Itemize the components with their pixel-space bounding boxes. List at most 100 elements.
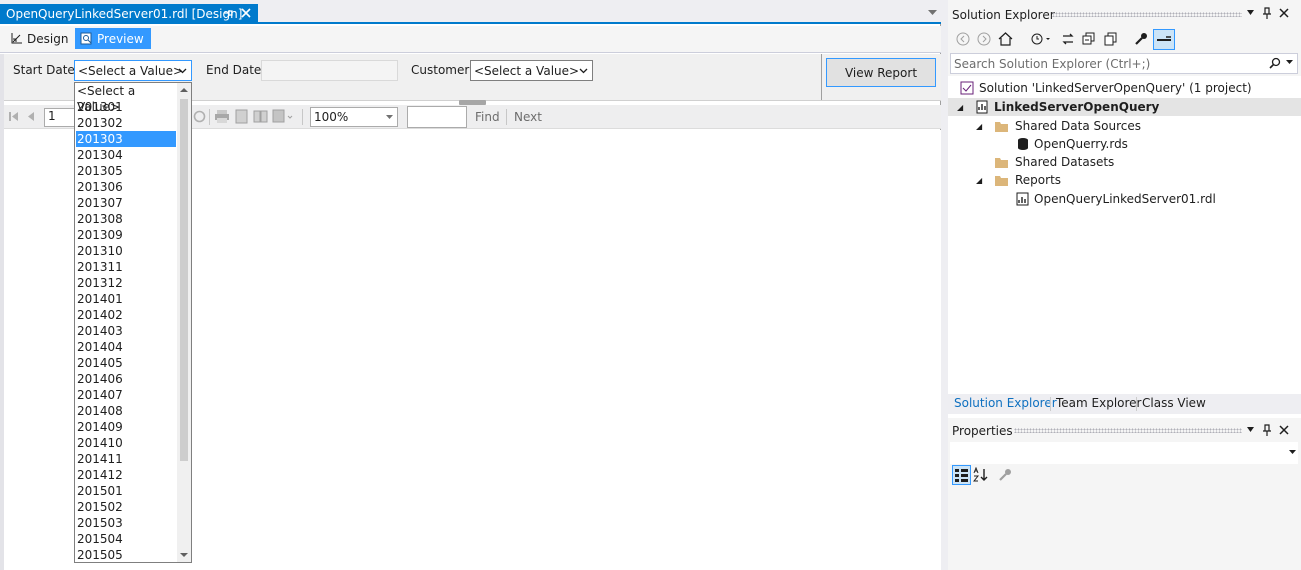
print-icon[interactable] <box>214 109 230 124</box>
start-date-option[interactable]: 201304 <box>76 147 176 163</box>
start-date-option[interactable]: 201307 <box>76 195 176 211</box>
start-date-option[interactable]: 201305 <box>76 163 176 179</box>
page-setup-icon[interactable] <box>253 109 268 124</box>
export-icon[interactable] <box>272 109 294 124</box>
tab-team-explorer[interactable]: Team Explorer <box>1056 396 1142 410</box>
scrollbar-thumb[interactable] <box>180 99 188 461</box>
title-grip <box>1014 428 1242 433</box>
solution-label: Solution 'LinkedServerOpenQuery' (1 proj… <box>979 81 1252 95</box>
start-date-option[interactable]: 201409 <box>76 419 176 435</box>
start-date-option[interactable]: 201311 <box>76 259 176 275</box>
find-input[interactable] <box>407 106 467 128</box>
properties-object-select[interactable] <box>950 442 1298 464</box>
view-report-button[interactable]: View Report <box>826 58 936 87</box>
tree-node-shared-datasets[interactable]: Shared Datasets <box>994 153 1114 171</box>
start-date-option[interactable]: 201503 <box>76 515 176 531</box>
start-date-option[interactable]: 201505 <box>76 547 176 562</box>
dropdown-scrollbar[interactable] <box>177 83 191 562</box>
categorized-icon[interactable] <box>952 465 971 485</box>
tab-design[interactable]: Design <box>6 28 74 49</box>
start-date-option[interactable]: 201309 <box>76 227 176 243</box>
tab-class-view[interactable]: Class View <box>1142 396 1206 410</box>
start-date-option[interactable]: 201406 <box>76 371 176 387</box>
find-link[interactable]: Find <box>475 110 500 124</box>
expanded-arrow-icon[interactable]: ◢ <box>957 103 967 112</box>
property-pages-wrench-icon[interactable] <box>998 468 1012 482</box>
start-date-option[interactable]: 201306 <box>76 179 176 195</box>
zoom-select[interactable]: 100% <box>310 107 398 127</box>
history-icon[interactable] <box>1030 32 1052 46</box>
home-icon[interactable] <box>998 32 1013 46</box>
expanded-arrow-icon[interactable]: ◢ <box>976 176 986 185</box>
start-date-dropdown-list[interactable]: <Select a Value> 201301 201302 201303 201304… <box>74 82 192 563</box>
print-layout-icon[interactable] <box>234 109 249 124</box>
title-grip <box>1052 12 1242 17</box>
tree-node-reports[interactable]: ◢ Reports <box>976 171 1061 189</box>
pin-icon[interactable] <box>1262 7 1272 19</box>
start-date-option[interactable]: 201310 <box>76 243 176 259</box>
properties-wrench-icon[interactable] <box>1134 32 1148 46</box>
start-date-option[interactable]: 201411 <box>76 451 176 467</box>
next-link[interactable]: Next <box>514 110 542 124</box>
start-date-option[interactable]: 201402 <box>76 307 176 323</box>
previous-page-icon[interactable] <box>26 110 36 123</box>
search-icon[interactable] <box>1269 57 1281 69</box>
start-date-option[interactable]: 201401 <box>76 291 176 307</box>
start-date-option[interactable]: <Select a Value> <box>76 83 176 114</box>
start-date-select[interactable]: <Select a Value> <box>74 60 192 81</box>
preview-selected-items-icon[interactable] <box>1153 29 1175 50</box>
start-date-option[interactable]: 201407 <box>76 387 176 403</box>
start-date-option[interactable]: 201410 <box>76 435 176 451</box>
start-date-option[interactable]: 201403 <box>76 323 176 339</box>
start-date-option[interactable]: 201405 <box>76 355 176 371</box>
tree-node-project[interactable]: ◢ LinkedServerOpenQuery <box>948 98 1301 116</box>
tree-node-report-file[interactable]: OpenQueryLinkedServer01.rdl <box>1016 190 1216 208</box>
tab-preview[interactable]: Preview <box>75 28 151 49</box>
start-date-option[interactable]: 201412 <box>76 467 176 483</box>
scroll-down-icon[interactable] <box>180 552 188 558</box>
end-date-input[interactable] <box>261 60 398 81</box>
start-date-option[interactable]: 201312 <box>76 275 176 291</box>
collapse-all-icon[interactable] <box>1082 32 1096 46</box>
back-icon[interactable] <box>956 32 970 46</box>
show-all-files-icon[interactable] <box>1104 32 1118 46</box>
project-label: LinkedServerOpenQuery <box>994 100 1160 114</box>
chevron-down-icon <box>385 112 394 121</box>
panel-splitter[interactable] <box>941 0 948 570</box>
tab-overflow-dropdown-icon[interactable] <box>928 10 937 16</box>
refresh-icon[interactable] <box>192 109 207 124</box>
tree-node-data-source-file[interactable]: OpenQuerry.rds <box>1017 135 1128 153</box>
customer-select[interactable]: <Select a Value> <box>470 60 593 81</box>
tab-design-label: Design <box>27 31 69 46</box>
tree-node-shared-data-sources[interactable]: ◢ Shared Data Sources <box>976 117 1141 135</box>
start-date-option[interactable]: 201308 <box>76 211 176 227</box>
close-icon[interactable] <box>1279 8 1289 18</box>
tab-solution-explorer[interactable]: Solution Explorer <box>954 396 1057 410</box>
close-icon[interactable] <box>1279 425 1289 435</box>
scroll-up-icon[interactable] <box>180 87 188 93</box>
solution-explorer-search-input[interactable]: Search Solution Explorer (Ctrl+;) <box>950 53 1298 74</box>
start-date-option[interactable]: 201302 <box>76 115 176 131</box>
start-date-option[interactable]: 201504 <box>76 531 176 547</box>
start-date-option[interactable]: 201502 <box>76 499 176 515</box>
start-date-option[interactable]: 201404 <box>76 339 176 355</box>
start-date-option[interactable]: 201303 <box>76 131 176 147</box>
search-options-icon[interactable] <box>1286 59 1293 65</box>
alphabetical-icon[interactable] <box>973 467 989 483</box>
panel-menu-icon[interactable] <box>1246 8 1255 17</box>
tree-node-solution[interactable]: Solution 'LinkedServerOpenQuery' (1 proj… <box>960 79 1252 97</box>
document-tab[interactable]: OpenQueryLinkedServer01.rdl [Design] <box>0 4 258 24</box>
start-date-option[interactable]: 201301 <box>76 99 176 115</box>
pin-icon[interactable] <box>1262 424 1272 436</box>
sync-icon[interactable] <box>1061 32 1075 46</box>
expanded-arrow-icon[interactable]: ◢ <box>976 122 986 131</box>
start-date-option[interactable]: 201501 <box>76 483 176 499</box>
page-number-input[interactable]: 1 <box>44 108 76 127</box>
pin-icon[interactable] <box>222 7 234 19</box>
start-date-option[interactable]: 201408 <box>76 403 176 419</box>
close-icon[interactable] <box>240 7 252 19</box>
toolbar-separator <box>302 109 303 125</box>
forward-icon[interactable] <box>977 32 991 46</box>
panel-menu-icon[interactable] <box>1246 425 1255 434</box>
first-page-icon[interactable] <box>8 110 20 123</box>
